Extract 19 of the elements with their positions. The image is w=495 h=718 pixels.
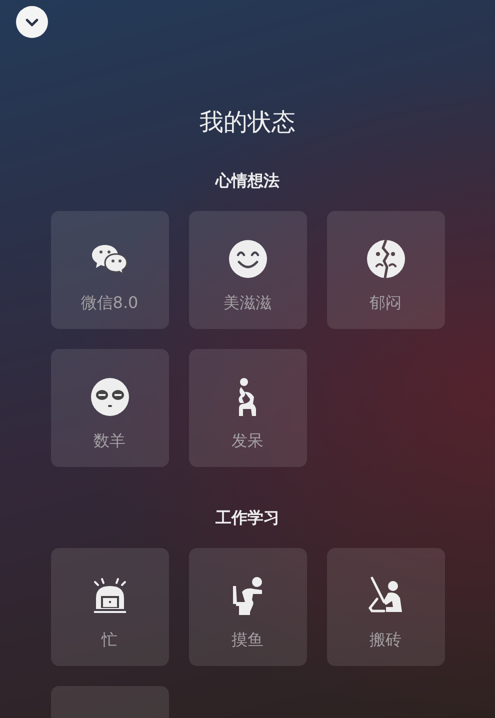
- section-heading: 工作学习: [216, 507, 280, 529]
- status-label: 数羊: [94, 430, 126, 452]
- status-tile[interactable]: 搬砖: [326, 548, 444, 666]
- status-tile[interactable]: 郁闷: [326, 211, 444, 329]
- page-title: 我的状态: [200, 107, 296, 138]
- status-label: 郁闷: [370, 292, 402, 314]
- status-tile[interactable]: 摸鱼: [188, 548, 306, 666]
- status-tile[interactable]: 微信8.0: [50, 211, 168, 329]
- status-tile[interactable]: 忙: [50, 548, 168, 666]
- status-tile[interactable]: 发呆: [188, 349, 306, 467]
- status-label: 美滋滋: [224, 292, 272, 314]
- status-label: 发呆: [232, 430, 264, 452]
- status-tile[interactable]: 美滋滋: [188, 211, 306, 329]
- status-label: 摸鱼: [232, 629, 264, 651]
- section-heading: 心情想法: [216, 170, 280, 192]
- status-label: 微信8.0: [80, 292, 138, 314]
- status-tile[interactable]: 数羊: [50, 349, 168, 467]
- status-label: 忙: [102, 629, 118, 651]
- status-label: 搬砖: [370, 629, 402, 651]
